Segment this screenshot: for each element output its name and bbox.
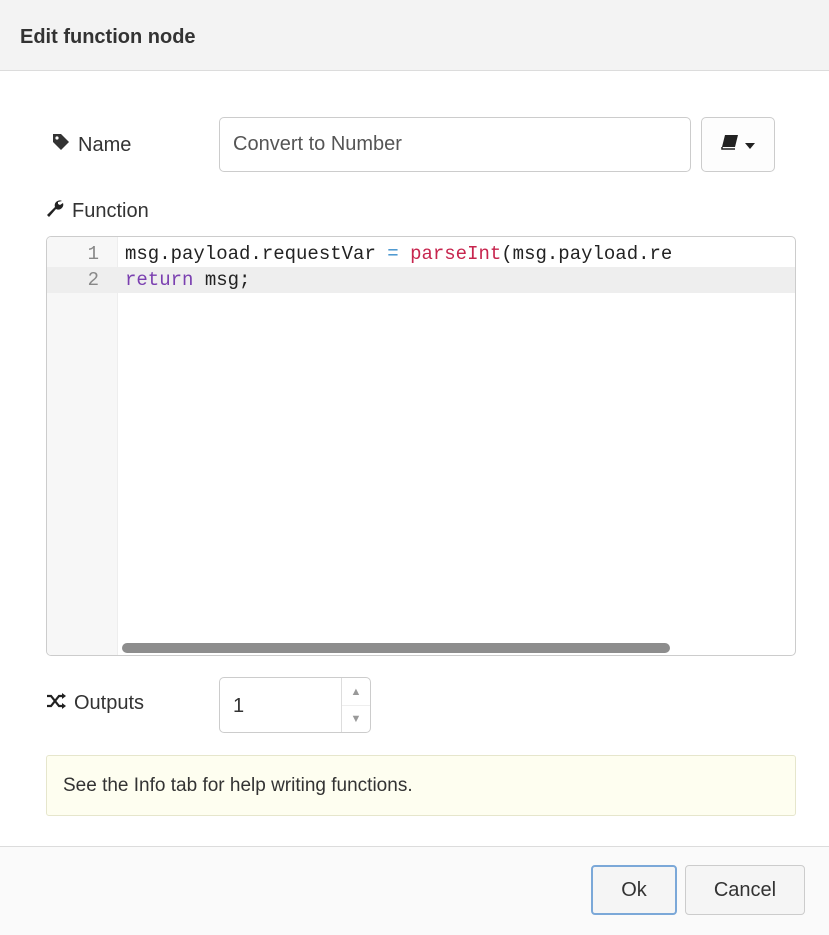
help-tip: See the Info tab for help writing functi… bbox=[46, 755, 796, 816]
name-label: Name bbox=[52, 133, 131, 157]
cancel-button[interactable]: Cancel bbox=[685, 865, 805, 915]
dialog-header: Edit function node bbox=[0, 0, 829, 71]
dialog-title: Edit function node bbox=[20, 26, 196, 48]
spinner-down-button[interactable]: ▼ bbox=[342, 705, 370, 732]
outputs-label: Outputs bbox=[46, 692, 144, 715]
chevron-down-icon bbox=[745, 136, 755, 154]
line-gutter bbox=[47, 237, 118, 655]
function-label: Function bbox=[46, 199, 149, 223]
book-icon bbox=[721, 134, 739, 155]
tag-icon bbox=[52, 133, 70, 157]
shuffle-icon bbox=[46, 692, 66, 715]
outputs-value: 1 bbox=[233, 695, 245, 717]
name-input[interactable]: Convert to Number bbox=[219, 117, 691, 172]
line-number: 2 bbox=[87, 269, 99, 291]
outputs-spinner-input[interactable]: 1 ▲ ▼ bbox=[219, 677, 371, 733]
line-number: 1 bbox=[87, 243, 99, 265]
spinner-controls: ▲ ▼ bbox=[341, 678, 370, 732]
name-label-text: Name bbox=[78, 133, 132, 156]
library-button[interactable] bbox=[701, 117, 775, 172]
spinner-up-button[interactable]: ▲ bbox=[342, 678, 370, 706]
code-line-2: 2 return msg; bbox=[47, 267, 795, 293]
function-label-text: Function bbox=[72, 199, 149, 222]
code-text: msg.payload.requestVar = parseInt(msg.pa… bbox=[125, 243, 673, 265]
outputs-label-text: Outputs bbox=[74, 692, 145, 714]
code-text: return msg; bbox=[125, 269, 251, 291]
wrench-icon bbox=[46, 199, 64, 223]
code-line-1: 1 msg.payload.requestVar = parseInt(msg.… bbox=[47, 241, 795, 267]
help-tip-text: See the Info tab for help writing functi… bbox=[63, 774, 413, 796]
horizontal-scrollbar[interactable] bbox=[122, 643, 670, 653]
ok-button[interactable]: Ok bbox=[591, 865, 677, 915]
code-editor[interactable]: 1 msg.payload.requestVar = parseInt(msg.… bbox=[46, 236, 796, 656]
